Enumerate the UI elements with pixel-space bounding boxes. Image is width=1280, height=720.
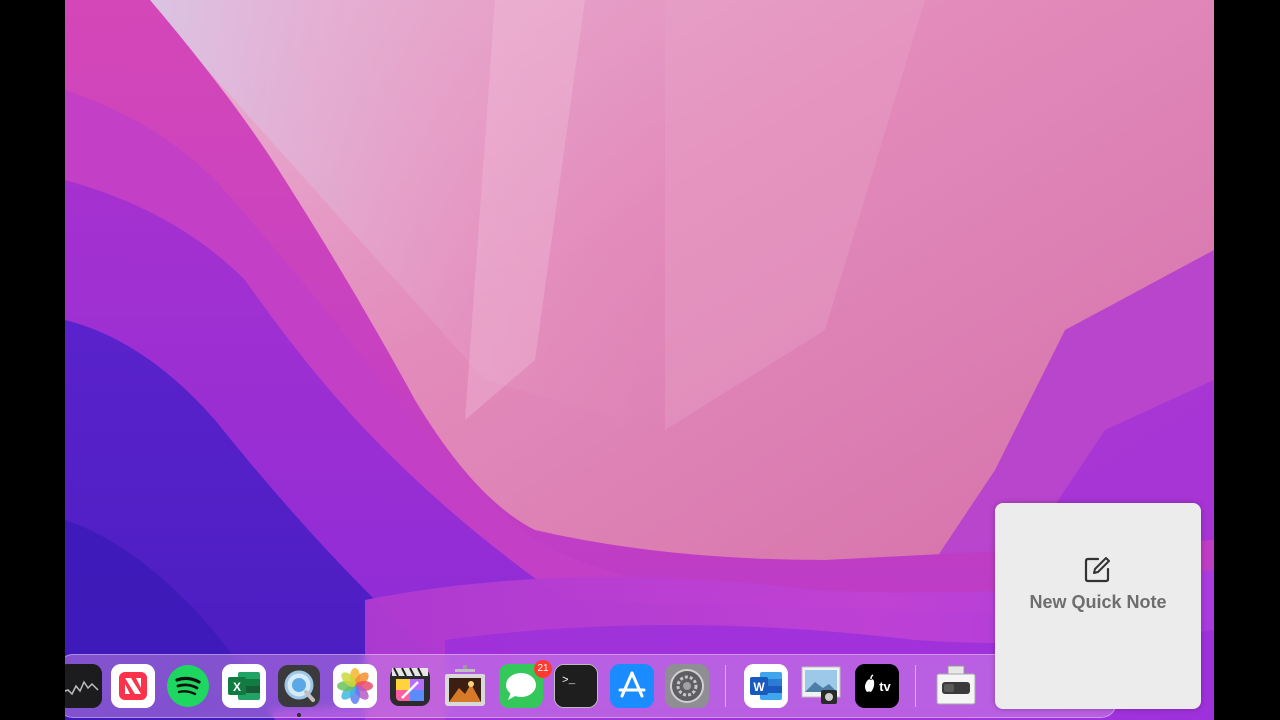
dock-item-spotify[interactable] (166, 664, 210, 708)
quick-note-corner[interactable]: New Quick Note (995, 503, 1201, 709)
slideshow-icon (445, 665, 485, 706)
quicktime-icon (278, 665, 320, 707)
word-icon: W (744, 664, 788, 708)
terminal-prompt: >_ (562, 675, 576, 687)
dock-separator (725, 665, 726, 707)
spotify-icon (167, 665, 209, 707)
excel-icon: X (222, 664, 266, 708)
dock-item-system-preferences[interactable] (665, 664, 709, 708)
quick-note-label: New Quick Note (1029, 592, 1167, 612)
dock-item-word[interactable]: W (744, 664, 788, 708)
final-cut-pro-icon (390, 667, 430, 706)
dock-item-downloads[interactable] (934, 664, 978, 708)
dock-item-quicktime[interactable] (277, 664, 321, 708)
system-preferences-icon (665, 664, 709, 708)
dock-item-photo-slideshow[interactable] (443, 664, 487, 708)
dock-item-app-store[interactable] (610, 664, 654, 708)
messages-badge: 21 (534, 660, 552, 678)
apple-tv-icon: tv (855, 664, 899, 708)
dock-item-apple-tv[interactable]: tv (855, 664, 899, 708)
dock-item-news[interactable] (111, 664, 155, 708)
svg-text:X: X (233, 680, 241, 694)
preview-icon (801, 666, 841, 704)
dock-item-terminal[interactable]: >_ (554, 664, 598, 708)
svg-text:tv: tv (879, 679, 891, 694)
dock: X 21 >_ W tv (65, 654, 1117, 718)
dock-separator (915, 665, 916, 707)
app-store-icon (610, 664, 654, 708)
compose-icon (1084, 557, 1110, 583)
news-icon (111, 664, 155, 708)
stocks-icon (65, 664, 102, 708)
photos-icon (333, 664, 377, 708)
running-indicator (297, 713, 301, 717)
terminal-icon: >_ (555, 665, 597, 707)
dock-item-excel[interactable]: X (222, 664, 266, 708)
downloads-stack-icon (936, 665, 976, 705)
dock-item-photos[interactable] (333, 664, 377, 708)
dock-item-stocks[interactable] (65, 664, 102, 708)
dock-item-final-cut-pro[interactable] (388, 664, 432, 708)
svg-text:W: W (753, 680, 765, 694)
dock-item-preview[interactable] (799, 664, 843, 708)
